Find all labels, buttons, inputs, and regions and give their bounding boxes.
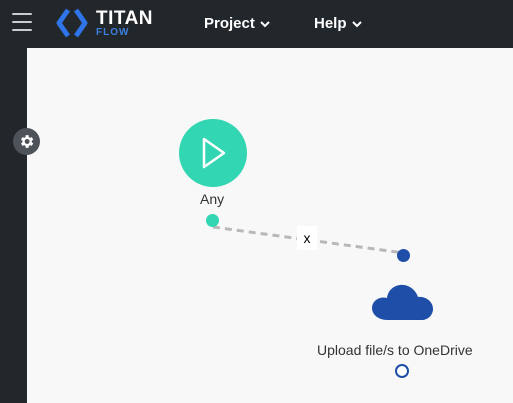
action-node-input-port[interactable] [397,249,410,262]
start-node-label: Any [200,191,225,207]
action-node-label: Upload file/s to OneDrive [317,342,473,358]
gear-icon[interactable] [13,128,40,155]
play-icon [202,137,226,169]
start-node[interactable] [179,119,247,187]
action-node-output-port[interactable] [395,364,409,378]
start-node-output-port[interactable] [206,214,219,227]
onedrive-cloud-icon[interactable] [367,282,437,324]
remove-connection-button[interactable]: x [297,226,317,250]
